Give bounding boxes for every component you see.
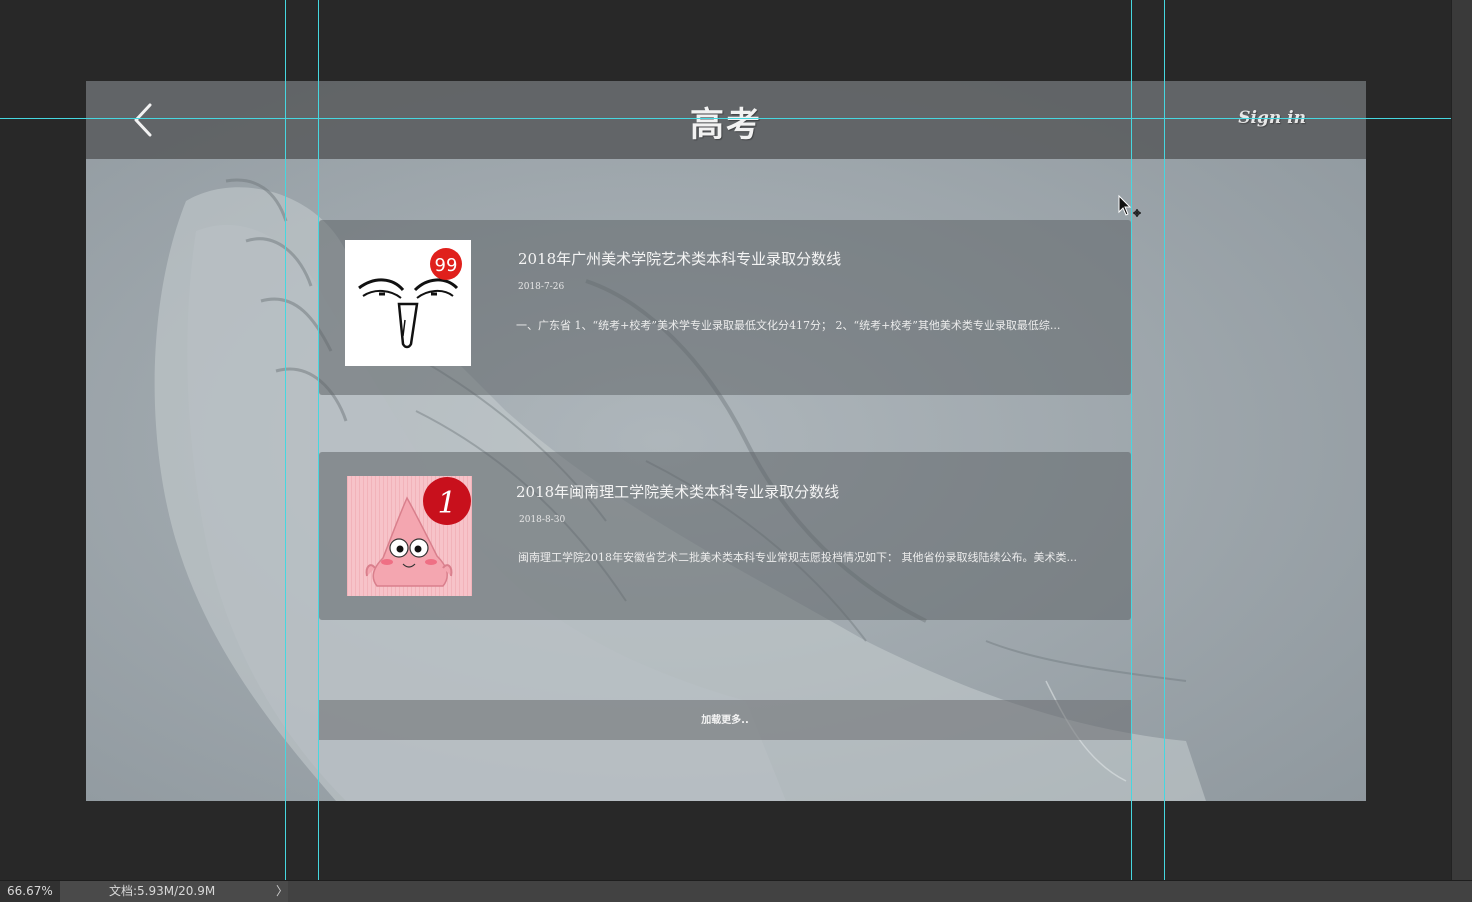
document-info: 文档:5.93M/20.9M 〉 xyxy=(60,881,288,902)
document-size: 文档:5.93M/20.9M xyxy=(109,884,216,898)
article-thumbnail: 99 xyxy=(345,240,471,366)
photoshop-workspace: 高考 Sign in 99 2018年广州美术学院艺术类本科专业录取分数线 20… xyxy=(0,0,1472,902)
guide-line-vertical[interactable] xyxy=(1164,0,1165,880)
guide-line-vertical[interactable] xyxy=(1131,0,1132,880)
article-summary: 一、广东省 1、“统考+校考”美术学专业录取最低文化分417分； 2、“统考+校… xyxy=(516,319,1061,332)
page-title: 高考 xyxy=(690,105,762,145)
guide-line-horizontal[interactable] xyxy=(0,118,1451,119)
article-card[interactable]: 1 2018年闽南理工学院美术类本科专业录取分数线 2018-8-30 闽南理工… xyxy=(319,452,1131,620)
article-date: 2018-7-26 xyxy=(518,282,565,292)
guide-line-vertical[interactable] xyxy=(318,0,319,880)
article-thumbnail: 1 xyxy=(347,476,472,596)
article-title[interactable]: 2018年闽南理工学院美术类本科专业录取分数线 xyxy=(516,481,839,502)
load-more-button[interactable]: 加载更多.. xyxy=(319,700,1131,740)
vertical-scrollbar[interactable] xyxy=(1451,0,1472,880)
thumbnail-badge: 99 xyxy=(435,255,458,276)
zoom-level[interactable]: 66.67% xyxy=(0,881,60,902)
article-title[interactable]: 2018年广州美术学院艺术类本科专业录取分数线 xyxy=(518,248,841,269)
article-date: 2018-8-30 xyxy=(519,515,566,525)
patrick-star-sticker-image: 1 xyxy=(347,476,472,596)
article-card[interactable]: 99 2018年广州美术学院艺术类本科专业录取分数线 2018-7-26 一、广… xyxy=(319,220,1131,395)
artboard: 高考 Sign in 99 2018年广州美术学院艺术类本科专业录取分数线 20… xyxy=(86,81,1366,801)
thumbnail-badge: 1 xyxy=(437,486,456,521)
laughing-face-sticker-image: 99 xyxy=(345,240,471,366)
chevron-right-icon[interactable]: 〉 xyxy=(276,881,288,902)
article-summary: 闽南理工学院2018年安徽省艺术二批美术类本科专业常规志愿投档情况如下： 其他省… xyxy=(518,551,1077,564)
guide-line-vertical[interactable] xyxy=(285,0,286,880)
top-navigation-bar: 高考 Sign in xyxy=(86,81,1366,159)
status-bar: 66.67% 文档:5.93M/20.9M 〉 xyxy=(0,880,1472,902)
move-cursor-icon xyxy=(1118,194,1141,217)
praying-hands-background-image xyxy=(86,81,1366,801)
